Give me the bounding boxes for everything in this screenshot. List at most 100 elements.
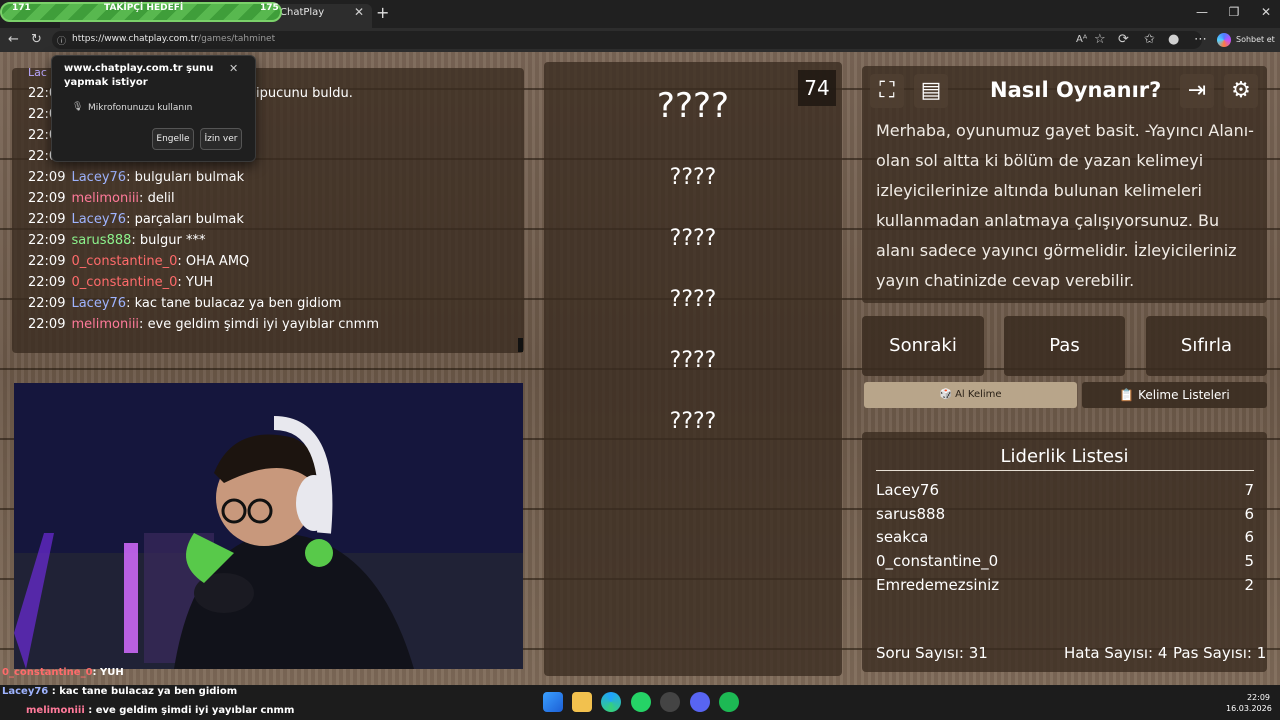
ticker-line: melimoniii : eve geldim şimdi iyi yayıbl… [26,705,294,716]
permission-title: www.chatplay.com.tr şunu yapmak istiyor [64,63,214,88]
url-path: /games/tahminet [198,34,276,44]
forbidden-word: ???? [669,165,717,190]
chat-line: 22:09 0_constantine_0: OHA AMQ [28,254,250,269]
block-button[interactable]: Engelle [152,128,194,150]
forbidden-word: ???? [669,226,717,251]
error-count: Hata Sayısı: 4 [1064,644,1168,662]
clock-time: 22:09 [1246,693,1270,702]
chat-line: 22:09 melimoniii: delil [28,191,175,206]
tab-word-lists[interactable]: 📋 Kelime Listeleri [1082,382,1267,408]
extensions-icon[interactable]: ⟳ [1118,32,1129,47]
chat-time: 22:09 [28,317,66,332]
chat-line: 22:09 sarus888: bulgur *** [28,233,206,248]
fullscreen-icon[interactable]: ⛶ [870,74,904,108]
how-to-play-title: Nasıl Oynanır? [990,78,1162,102]
question-count: Soru Sayısı: 31 [876,644,988,662]
ticker-user: melimoniii [26,705,85,716]
maximize-icon[interactable]: ❐ [1224,5,1244,19]
forbidden-word: ???? [669,409,717,434]
chat-message: kac tane bulacaz ya ben gidiom [134,296,342,311]
chat-line: 22:09 Lacey76: kac tane bulacaz ya ben gi… [28,296,342,311]
chat-message: YUH [185,275,214,290]
discord-icon[interactable] [690,692,710,712]
favorites-icon[interactable]: ✩ [1144,32,1155,47]
next-button[interactable]: Sonraki [862,316,984,376]
chat-line: 22:09 0_constantine_0: YUH [28,275,214,290]
chat-user[interactable]: 0_constantine_0 [71,254,177,269]
spotify-icon[interactable] [719,692,739,712]
minimize-icon[interactable]: — [1192,5,1212,19]
logout-icon[interactable]: ⇥ [1180,74,1214,108]
ticker-message: : eve geldim şimdi iyi yayıblar cnmm [84,705,295,716]
forbidden-word: ???? [669,287,717,312]
how-to-play-text: Merhaba, oyunumuz gayet basit. -Yayıncı … [876,121,1254,290]
player-name: sarus888 [876,505,946,523]
chat-partial-name: Lac [28,66,47,79]
chat-time: 22:09 [28,212,66,227]
edge-browser-icon[interactable] [601,692,621,712]
system-clock[interactable]: 22:09 16.03.2026 [1226,692,1272,714]
tab-get-word[interactable]: 🎲 Al Kelime [864,382,1077,408]
player-name: 0_constantine_0 [876,552,999,570]
chat-line: 22:09 Lacey76: parçaları bulmak [28,212,244,227]
settings-gear-icon[interactable]: ⚙ [1224,74,1258,108]
chat-time: 22:09 [28,254,66,269]
file-explorer-icon[interactable] [572,692,592,712]
player-score: 6 [1244,528,1254,546]
reset-button[interactable]: Sıfırla [1146,316,1267,376]
refresh-icon[interactable]: ↻ [31,32,42,47]
window-close-icon[interactable]: ✕ [1256,5,1276,19]
url-host: https://www.chatplay.com.tr [72,34,199,44]
chat-time: 22:09 [28,191,66,206]
player-name: Emredemezsiniz [876,576,1000,594]
profile-avatar-icon[interactable]: ● [1168,32,1179,47]
permission-close-icon[interactable]: ✕ [229,62,238,75]
leaderboard-title: Liderlik Listesi [1000,446,1129,467]
chat-message: bulgur *** [139,233,206,248]
microphone-icon: 🎙 [72,102,84,112]
tab-title: ChatPlay [280,7,325,18]
ticker-message: : YUH [92,667,124,678]
leaderboard-divider [876,470,1254,471]
chat-time: 22:09 [28,170,66,185]
player-score: 2 [1244,576,1254,594]
read-aloud-icon[interactable]: Aᴬ [1076,34,1087,45]
pass-button[interactable]: Pas [1004,316,1125,376]
goal-end-count: 175 [260,3,279,13]
chat-message: delil [147,191,175,206]
back-icon[interactable]: ← [8,32,19,47]
player-score: 7 [1244,481,1254,499]
chat-user[interactable]: 0_constantine_0 [71,275,177,290]
chat-message: bulguları bulmak [134,170,245,185]
chat-user[interactable]: sarus888 [71,233,131,248]
chat-time: 22:09 [28,296,66,311]
ticker-message: : kac tane bulacaz ya ben gidiom [48,686,238,697]
chat-partial-message: ipucunu buldu. [256,86,353,101]
webcam-feed [14,383,523,669]
chat-scrollbar[interactable] [518,338,523,352]
site-info-icon[interactable]: ⓘ [57,34,66,47]
url-text: https://www.chatplay.com.tr/games/tahmin… [72,34,275,44]
chat-line: 22:09 melimoniii: eve geldim şimdi iyi ya… [28,317,379,332]
ticker-user: 0_constantine_0 [2,667,93,678]
chat-user[interactable]: melimoniii [71,317,139,332]
copilot-icon [1217,33,1231,47]
chat-user[interactable]: melimoniii [71,191,139,206]
chat-user[interactable]: Lacey76 [71,296,126,311]
tab-close-icon[interactable]: ✕ [354,5,364,19]
chat-message: parçaları bulmak [134,212,244,227]
start-menu-icon[interactable] [543,692,563,712]
player-name: Lacey76 [876,481,939,499]
chat-user[interactable]: Lacey76 [71,170,126,185]
new-tab-icon[interactable]: + [376,3,389,22]
chat-user[interactable]: Lacey76 [71,212,126,227]
favorite-star-icon[interactable]: ☆ [1094,32,1106,47]
chatgpt-icon[interactable] [660,692,680,712]
more-menu-icon[interactable]: ⋯ [1194,32,1207,47]
player-score: 5 [1244,552,1254,570]
whatsapp-icon[interactable] [631,692,651,712]
notes-icon[interactable]: ▤ [914,74,948,108]
ticker-line: Lacey76 : kac tane bulacaz ya ben gidiom [2,686,237,697]
chat-message: OHA AMQ [185,254,250,269]
allow-button[interactable]: İzin ver [200,128,242,150]
